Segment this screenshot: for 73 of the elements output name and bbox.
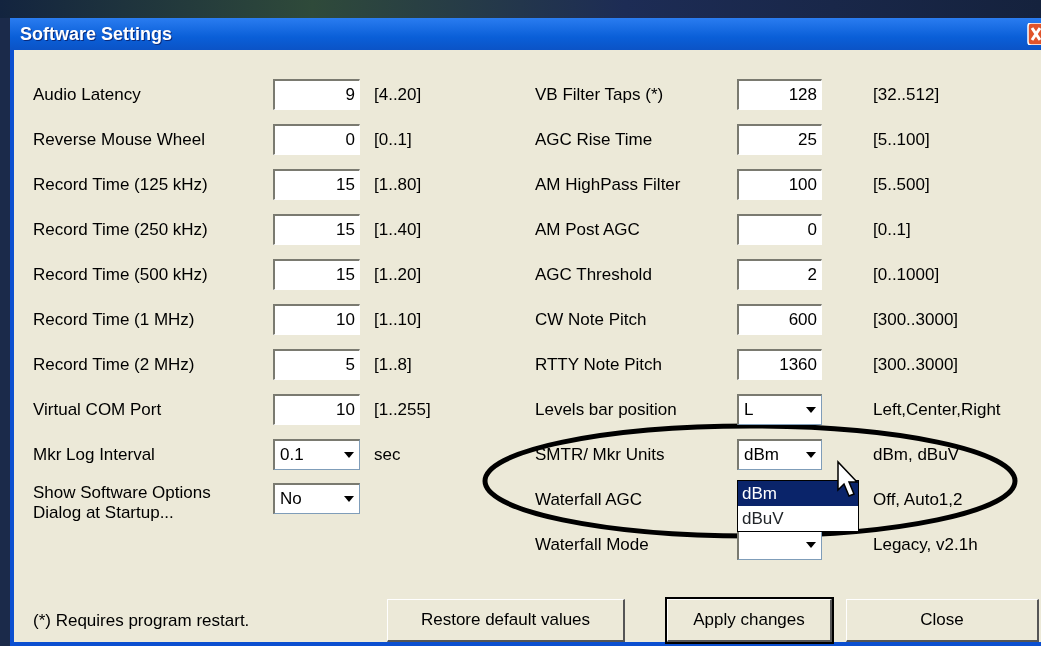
range-hint: [5..100]: [872, 128, 931, 151]
number-field[interactable]: 128: [737, 79, 822, 110]
range-hint: [1..8]: [373, 353, 413, 376]
setting-label: AM HighPass Filter: [535, 173, 682, 196]
setting-label: CW Note Pitch: [535, 308, 648, 331]
number-field[interactable]: 100: [737, 169, 822, 200]
dropdown-option[interactable]: dBm: [738, 481, 858, 506]
number-field[interactable]: 600: [737, 304, 822, 335]
dropdown-arrow-icon[interactable]: [343, 495, 355, 503]
range-hint: [1..255]: [373, 398, 432, 421]
range-hint: [0..1000]: [872, 263, 941, 286]
setting-label: Mkr Log Interval: [33, 443, 156, 466]
dropdown-arrow-icon[interactable]: [805, 451, 817, 459]
number-field[interactable]: 10: [273, 394, 360, 425]
range-hint: [1..20]: [373, 263, 423, 286]
number-field[interactable]: 0: [737, 214, 822, 245]
number-field[interactable]: 1360: [737, 349, 822, 380]
range-hint: dBm, dBuV: [872, 443, 960, 466]
setting-label: Virtual COM Port: [33, 398, 163, 421]
number-field[interactable]: 15: [273, 169, 360, 200]
range-hint: [300..3000]: [872, 308, 960, 331]
range-hint: [5..500]: [872, 173, 931, 196]
dropdown-arrow-icon[interactable]: [805, 406, 817, 414]
setting-label: Record Time (1 MHz): [33, 308, 196, 331]
setting-label: AGC Rise Time: [535, 128, 654, 151]
number-field[interactable]: 10: [273, 304, 360, 335]
setting-label: Waterfall Mode: [535, 533, 650, 556]
range-hint: [32..512]: [872, 83, 941, 106]
combo-box[interactable]: 0.1: [273, 439, 360, 470]
window-title: Software Settings: [20, 22, 173, 46]
close-icon[interactable]: [1027, 23, 1041, 45]
number-field[interactable]: 15: [273, 259, 360, 290]
range-hint: [300..3000]: [872, 353, 960, 376]
setting-label: SMTR/ Mkr Units: [535, 443, 666, 466]
range-hint: Legacy, v2.1h: [872, 533, 979, 556]
range-hint: [1..80]: [373, 173, 423, 196]
setting-label: Reverse Mouse Wheel: [33, 128, 206, 151]
number-field[interactable]: 0: [273, 124, 360, 155]
combo-box[interactable]: dBm: [737, 439, 822, 470]
setting-label: AGC Threshold: [535, 263, 653, 286]
setting-label: Levels bar position: [535, 398, 678, 421]
setting-label: Record Time (250 kHz): [33, 218, 209, 241]
dropdown-option[interactable]: dBuV: [738, 506, 858, 531]
dialog-button[interactable]: Close: [846, 599, 1039, 642]
range-hint: [0..1]: [872, 218, 912, 241]
number-field[interactable]: 9: [273, 79, 360, 110]
range-hint: Left,Center,Right: [872, 398, 1002, 421]
setting-label: VB Filter Taps (*): [535, 83, 665, 106]
setting-label: Record Time (125 kHz): [33, 173, 209, 196]
dialog-button[interactable]: Apply changes: [667, 599, 832, 642]
footnote: (*) Requires program restart.: [33, 609, 251, 632]
setting-label: Record Time (2 MHz): [33, 353, 196, 376]
number-field[interactable]: 5: [273, 349, 360, 380]
dialog-button[interactable]: Restore default values: [387, 599, 625, 642]
setting-label: Waterfall AGC: [535, 488, 644, 511]
range-hint: sec: [373, 443, 402, 466]
dropdown-arrow-icon[interactable]: [805, 541, 817, 549]
range-hint: [1..40]: [373, 218, 423, 241]
setting-label: AM Post AGC: [535, 218, 641, 241]
setting-label: Audio Latency: [33, 83, 142, 106]
combo-box[interactable]: No: [273, 483, 360, 514]
number-field[interactable]: 25: [737, 124, 822, 155]
combo-box[interactable]: L: [737, 394, 822, 425]
range-hint: [4..20]: [373, 83, 423, 106]
setting-label: Show Software Options Dialog at Startup...: [33, 482, 212, 523]
range-hint: [0..1]: [373, 128, 413, 151]
setting-label: Record Time (500 kHz): [33, 263, 209, 286]
number-field[interactable]: 15: [273, 214, 360, 245]
dropdown-arrow-icon[interactable]: [343, 451, 355, 459]
range-hint: [1..10]: [373, 308, 423, 331]
setting-label: RTTY Note Pitch: [535, 353, 663, 376]
range-hint: Off, Auto1,2: [872, 488, 964, 511]
number-field[interactable]: 2: [737, 259, 822, 290]
